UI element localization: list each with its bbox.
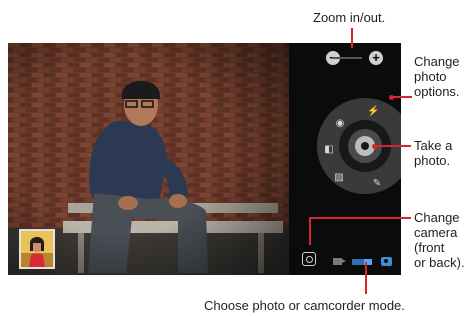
change-camera-line-3: (front (414, 240, 445, 255)
scene-icon[interactable]: ◧ (323, 144, 335, 156)
photo-options-callout: Change photo options. (414, 54, 460, 99)
change-camera-line-1: Change (414, 210, 460, 225)
mode-leader (365, 262, 367, 294)
change-camera-line-2: camera (414, 225, 458, 240)
take-photo-leader-dot (372, 144, 377, 149)
camera-control-panel: − + ⚡ ◉ ◧ ▨ ✎ (289, 43, 401, 275)
change-camera-line-4: or back). (414, 255, 465, 270)
change-camera-leader-h (309, 217, 411, 219)
mode-callout: Choose photo or camcorder mode. (204, 298, 405, 313)
zoom-slider[interactable] (332, 57, 362, 59)
zoom-in-button[interactable]: + (369, 51, 383, 65)
photo-options-leader-dot (389, 95, 394, 100)
video-icon[interactable] (333, 258, 346, 265)
photo-options-line-1: Change (414, 54, 460, 69)
change-camera-callout: Change camera (front or back). (414, 210, 465, 270)
gallery-thumbnail[interactable] (19, 229, 55, 269)
flash-icon[interactable]: ⚡ (367, 106, 379, 118)
change-camera-leader-v (309, 217, 311, 245)
gallery-icon[interactable]: ▨ (333, 172, 345, 184)
settings-icon[interactable]: ✎ (371, 178, 383, 190)
photo-options-line-3: options. (414, 84, 460, 99)
take-photo-line-1: Take a (414, 138, 453, 153)
switch-camera-icon[interactable] (302, 252, 316, 266)
camera-screen: − + ⚡ ◉ ◧ ▨ ✎ (8, 43, 401, 275)
take-photo-leader (375, 145, 411, 147)
photo-options-leader (392, 96, 412, 98)
bottom-bar (289, 247, 401, 275)
zoom-callout: Zoom in/out. (313, 10, 386, 25)
camera-icon[interactable] (381, 257, 392, 266)
take-photo-line-2: photo. (414, 153, 451, 168)
zoom-leader (351, 28, 353, 48)
photo-options-line-2: photo (414, 69, 447, 84)
mode-switch[interactable] (333, 257, 395, 267)
take-photo-callout: Take a photo. (414, 138, 452, 168)
mode-toggle[interactable] (352, 259, 372, 265)
